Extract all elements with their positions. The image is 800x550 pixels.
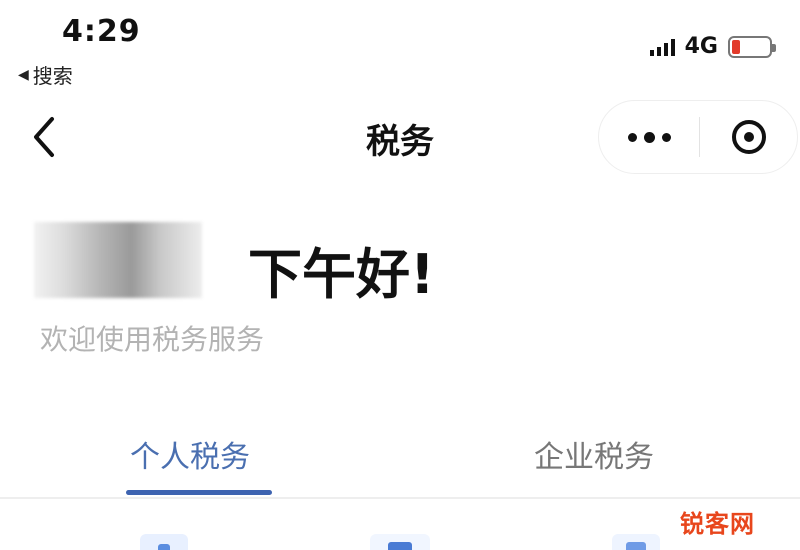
close-mini-program-button[interactable] <box>700 120 797 154</box>
tab-personal-tax[interactable]: 个人税务 <box>130 432 250 476</box>
back-to-app-label: 搜索 <box>32 64 73 88</box>
status-indicators: 4G <box>649 34 776 59</box>
signal-icon <box>649 38 675 56</box>
more-dot-icon <box>661 132 671 142</box>
tab-enterprise-tax[interactable]: 企业税务 <box>534 432 654 476</box>
back-to-app-button[interactable]: ◀ 搜索 <box>18 60 73 89</box>
back-triangle-icon: ◀ <box>18 66 29 83</box>
greeting-title: 下午好! <box>248 243 435 306</box>
more-dot-icon <box>643 131 655 143</box>
network-type: 4G <box>684 34 718 59</box>
more-dot-icon <box>627 132 637 142</box>
battery-icon <box>728 35 776 58</box>
service-icon[interactable] <box>612 534 660 550</box>
target-close-icon <box>731 120 766 154</box>
more-options-button[interactable] <box>599 131 699 143</box>
service-icon[interactable] <box>140 534 188 550</box>
mini-program-capsule <box>598 100 798 174</box>
status-time: 4:29 <box>62 14 141 49</box>
service-icon[interactable] <box>370 534 430 550</box>
screen: 4:29 ◀ 搜索 4G 税务 下午好! 欢迎使用税务服务 个人税务 企业税务 <box>0 0 800 550</box>
active-tab-indicator <box>126 490 272 495</box>
welcome-subtitle: 欢迎使用税务服务 <box>40 323 265 356</box>
blurred-user-name <box>34 222 202 298</box>
tab-bar-divider <box>0 497 800 499</box>
watermark-logo: 锐客网 <box>680 510 755 538</box>
